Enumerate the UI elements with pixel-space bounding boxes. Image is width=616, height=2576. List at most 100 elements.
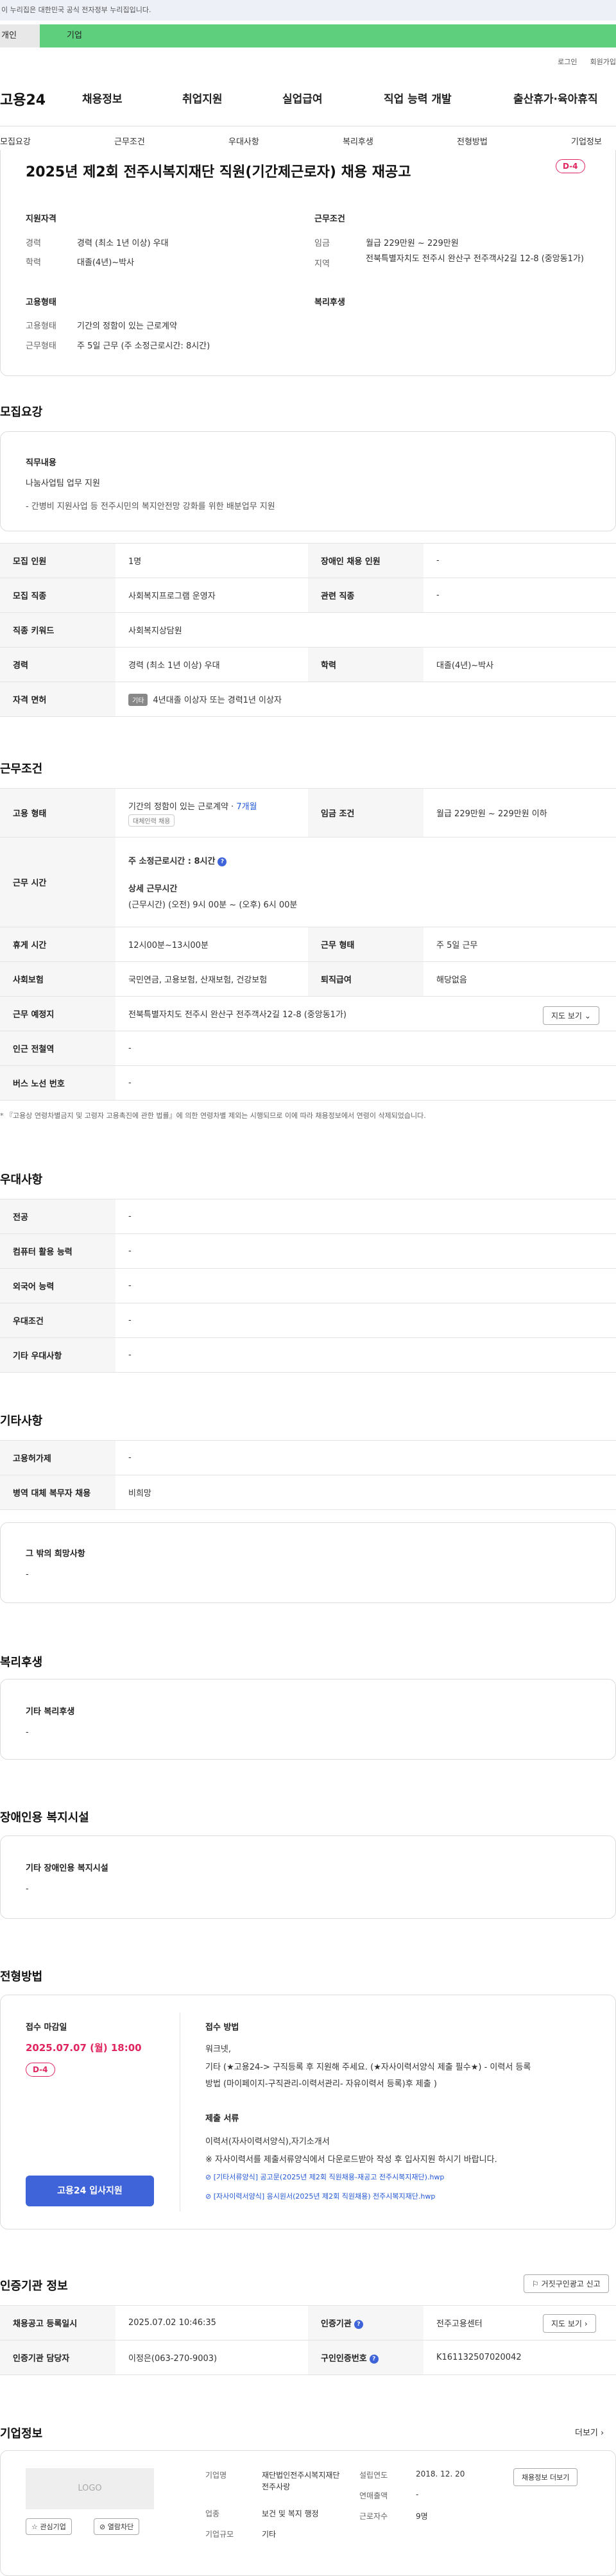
gnb-item-jobs[interactable]: 채용정보 [82, 90, 159, 106]
table-row: 인증기관 담당자 이정은(063-270-9003) 구인인증번호? K1611… [0, 2340, 616, 2375]
worktype-label: 근무형태 [26, 341, 56, 351]
cell-value: - [116, 1268, 616, 1303]
cell-label: 경력 [0, 647, 116, 682]
apply-button[interactable]: 고용24 입사지원 [26, 2176, 154, 2206]
cell-label: 근무 시간 [0, 837, 116, 927]
section-nav-company[interactable]: 기업정보 [571, 135, 602, 147]
tab-company[interactable]: 기업 [40, 24, 616, 47]
est-label: 설립연도 [359, 2471, 388, 2480]
cell-label: 인근 전철역 [0, 1031, 116, 1066]
section-nav-work[interactable]: 근무조건 [114, 135, 145, 147]
cert-map-button[interactable]: 지도 보기 › [543, 2314, 596, 2333]
table-row: 직종 키워드 사회복지상담원 [0, 612, 616, 648]
cert-map-label: 지도 보기 [551, 2319, 582, 2328]
cell-value: 2025.07.02 10:46:35 [116, 2305, 308, 2340]
cell-label: 버스 노선 번호 [0, 1065, 116, 1101]
wage-value: 월급 229만원 ~ 229만원 [366, 239, 459, 248]
welfare-section-title: 복리후생 [0, 1656, 43, 1669]
table-row: 기타 우대사항 - [0, 1337, 616, 1373]
cell-value: 해당없음 [424, 961, 616, 997]
report-button[interactable]: ⚐ 거짓구인광고 신고 [524, 2274, 609, 2293]
block-icon: ⊘ [99, 2523, 108, 2531]
fav-company-button[interactable]: ☆ 관심기업 [26, 2518, 72, 2535]
company-logo: LOGO [26, 2468, 154, 2509]
gov-banner: 이 누리집은 대한민국 공식 전자정부 누리집입니다. [0, 0, 616, 21]
table-row: 컴퓨터 활용 능력 - [0, 1233, 616, 1269]
cell-value: - [424, 578, 616, 613]
disabled-section-title: 장애인용 복지시설 [0, 1811, 89, 1825]
table-row: 모집 인원 1명 장애인 채용 인원 - [0, 543, 616, 578]
cell-label: 기타 우대사항 [0, 1337, 116, 1373]
cell-value: - [116, 1199, 616, 1234]
cell-value: 사회복지프로그램 운영자 [116, 578, 308, 613]
qual-heading: 지원자격 [26, 214, 56, 224]
table-row: 모집 직종 사회복지프로그램 운영자 관련 직종 - [0, 578, 616, 613]
org-value: 전주고용센터 [436, 2319, 483, 2329]
hours-detail: (근무시간) (오전) 9시 00분 ~ (오후) 6시 00분 [128, 900, 298, 910]
other-hope-heading: 그 밖의 희망사항 [26, 1549, 85, 1559]
method-1: 워크넷, [205, 2045, 232, 2054]
hours-weekly-text: 주 소정근로시간 : 8시간 [128, 857, 216, 866]
table-row: 병역 대체 복무자 채용 비희망 [0, 1475, 616, 1510]
cell-label: 근무 예정지 [0, 996, 116, 1031]
company-section-title: 기업정보 [0, 2427, 43, 2441]
cell-label: 자격 면허 [0, 682, 116, 717]
gnb-item-parental[interactable]: 출산휴가·육아휴직 [513, 90, 616, 106]
login-link[interactable]: 로그인 [558, 56, 577, 67]
edu-value: 대졸(4년)~박사 [77, 258, 135, 268]
gnb-item-unemployment[interactable]: 실업급여 [282, 90, 359, 106]
welfare-heading-2: 기타 복리후생 [26, 1707, 75, 1717]
block-company-button[interactable]: ⊘ 열람차단 [94, 2518, 140, 2535]
docs-heading: 제출 서류 [205, 2114, 239, 2124]
wage-label: 임금 [314, 239, 330, 248]
employees-label: 근로자수 [359, 2512, 388, 2521]
utility-links: 로그인 회원가입 [558, 56, 616, 67]
table-row: 전공 - [0, 1199, 616, 1234]
etc-section-title: 기타사항 [0, 1414, 43, 1428]
other-hope-card [0, 1522, 616, 1603]
chevron-down-icon: ⌄ [584, 1011, 591, 1020]
cell-value: 경력 (최소 1년 이상) 우대 [116, 647, 308, 682]
cell-label: 휴게 시간 [0, 927, 116, 962]
other-hope-value: - [26, 1570, 29, 1579]
gnb-item-training[interactable]: 직업 능력 개발 [384, 90, 480, 106]
jobs-more-button[interactable]: 채용정보 더보기 [513, 2468, 578, 2486]
gnb-item-support[interactable]: 취업지원 [182, 90, 259, 106]
cell-label: 외국어 능력 [0, 1268, 116, 1303]
help-icon[interactable]: ? [354, 2319, 363, 2329]
hours-weekly: 주 소정근로시간 : 8시간? [128, 854, 603, 866]
cell-value: - [116, 1065, 616, 1101]
cell-label: 인증기관 담당자 [0, 2340, 116, 2375]
company-more-link[interactable]: 더보기 › [575, 2426, 604, 2438]
section-nav-pref[interactable]: 우대사항 [228, 135, 259, 147]
place-value: 전북특별자치도 전주시 완산구 전주객사2길 12-8 (중앙동1가) [128, 1010, 346, 1020]
cell-label: 근무 형태 [308, 927, 424, 962]
table-row: 근무 예정지 전북특별자치도 전주시 완산구 전주객사2길 12-8 (중앙동1… [0, 996, 616, 1031]
file-link-2[interactable]: ⊘ [자사이력서양식] 응시원서(2025년 제2회 직원채용) 전주시복지재단… [205, 2191, 435, 2201]
table-row: 근무 시간 주 소정근로시간 : 8시간? 상세 근무시간 (근무시간) (오전… [0, 837, 616, 927]
etc-table: 고용허가제 - 병역 대체 복무자 채용 비희망 [0, 1440, 616, 1510]
join-link[interactable]: 회원가입 [590, 56, 616, 67]
career-value: 경력 (최소 1년 이상) 우대 [77, 239, 169, 248]
section-nav-recruit[interactable]: 모집요강 [0, 135, 31, 147]
cond-heading: 근무조건 [314, 214, 345, 224]
section-nav-welfare[interactable]: 복리후생 [343, 135, 373, 147]
tab-personal[interactable]: 개인 [0, 24, 40, 47]
cell-label: 직종 키워드 [0, 612, 116, 648]
company-name-value: 재단법인전주시복지재단전주사랑 [262, 2471, 340, 2491]
file-link-1[interactable]: ⊘ [기타서류양식] 공고문(2025년 제2회 직원채용-재공고 전주시복지재… [205, 2172, 444, 2182]
cell-label: 장애인 채용 인원 [308, 543, 424, 578]
cell-value: - [116, 1303, 616, 1338]
docs-1: 이력서(자사이력서양식),자기소개서 [205, 2137, 330, 2147]
star-icon: ☆ [31, 2523, 40, 2531]
help-icon[interactable]: ? [369, 2354, 379, 2364]
site-logo[interactable]: 고용24 [0, 89, 46, 109]
help-icon[interactable]: ? [218, 857, 227, 866]
cell-label: 모집 직종 [0, 578, 116, 613]
welfare-card [0, 1679, 616, 1760]
company-size-label: 기업규모 [205, 2530, 234, 2539]
cell-label: 관련 직종 [308, 578, 424, 613]
map-button[interactable]: 지도 보기 ⌄ [543, 1006, 599, 1025]
section-nav-process[interactable]: 전형방법 [457, 135, 488, 147]
table-row: 사회보험 국민연금, 고용보험, 산재보험, 건강보험 퇴직급여 해당없음 [0, 961, 616, 997]
